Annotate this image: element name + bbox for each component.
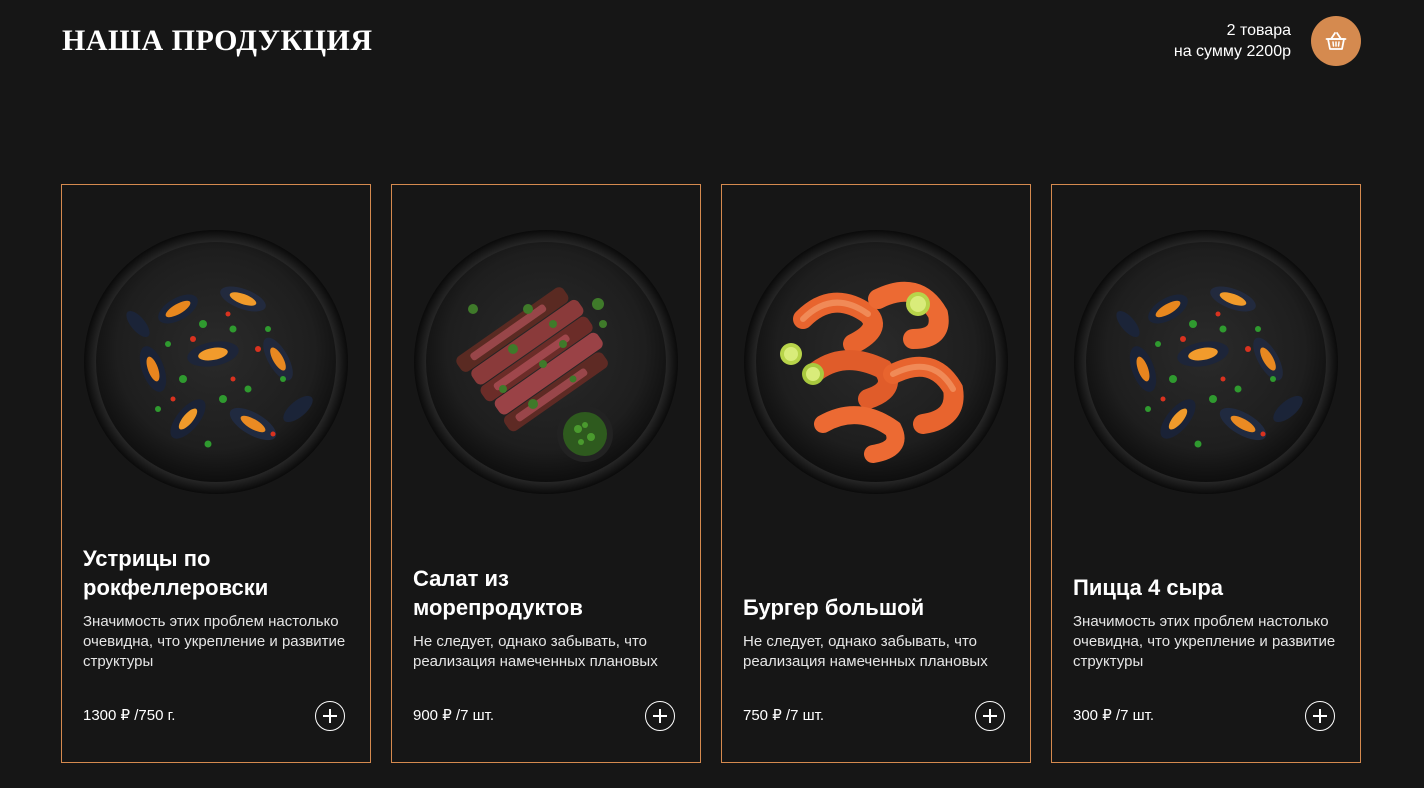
plus-icon[interactable] — [315, 701, 345, 731]
plus-icon[interactable] — [975, 701, 1005, 731]
product-price: 900 ₽ /7 шт. — [413, 707, 494, 724]
product-info: Салат из морепродуктов Не следует, однак… — [413, 564, 680, 672]
product-card: Салат из морепродуктов Не следует, однак… — [391, 184, 701, 763]
plus-icon[interactable] — [645, 701, 675, 731]
product-info: Бургер большой Не следует, однако забыва… — [743, 593, 1010, 672]
plus-icon[interactable] — [1305, 701, 1335, 731]
product-info: Пицца 4 сыра Значимость этих проблем нас… — [1073, 573, 1340, 672]
product-title: Бургер большой — [743, 595, 925, 620]
product-price: 750 ₽ /7 шт. — [743, 707, 824, 724]
product-title: Устрицы по рокфеллеровски — [83, 546, 269, 600]
product-price: 1300 ₽ /750 г. — [83, 707, 176, 724]
product-list: Устрицы по рокфеллеровски Значимость эти… — [61, 184, 1361, 763]
product-price: 300 ₽ /7 шт. — [1073, 707, 1154, 724]
cart-button[interactable] — [1311, 16, 1361, 66]
product-card: Устрицы по рокфеллеровски Значимость эти… — [61, 184, 371, 763]
product-card: Пицца 4 сыра Значимость этих проблем нас… — [1051, 184, 1361, 763]
product-description: Не следует, однако забывать, что реализа… — [743, 633, 988, 670]
product-title: Салат из морепродуктов — [413, 566, 583, 620]
product-description: Значимость этих проблем настолько очевид… — [1073, 613, 1336, 670]
mussels-dish-image — [1073, 229, 1339, 495]
steak-dish-image — [413, 229, 679, 495]
cart-sum: на сумму 2200р — [1173, 43, 1291, 60]
page-title: НАША ПРОДУКЦИЯ — [62, 24, 373, 57]
basket-icon — [1325, 32, 1347, 50]
cart-count: 2 товара — [1226, 22, 1291, 39]
product-description: Значимость этих проблем настолько очевид… — [83, 613, 346, 670]
product-title: Пицца 4 сыра — [1073, 575, 1224, 600]
product-description: Не следует, однако забывать, что реализа… — [413, 633, 658, 670]
product-card: Бургер большой Не следует, однако забыва… — [721, 184, 1031, 763]
cart-summary: 2 товара на сумму 2200р — [1174, 20, 1291, 62]
product-info: Устрицы по рокфеллеровски Значимость эти… — [83, 544, 350, 672]
mussels-dish-image — [83, 229, 349, 495]
shrimp-dish-image — [743, 229, 1009, 495]
